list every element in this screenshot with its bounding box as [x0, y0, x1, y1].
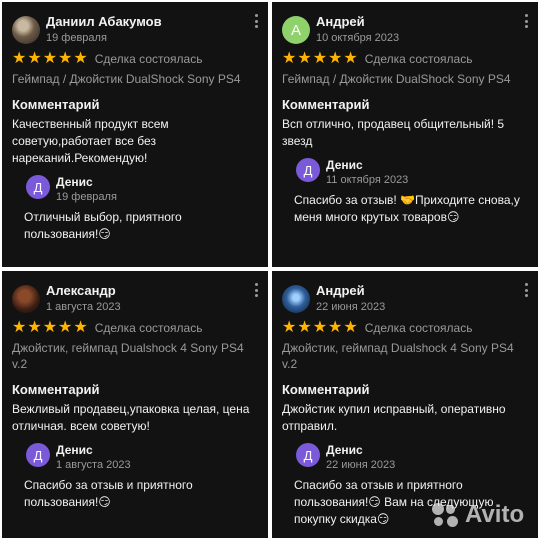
star-rating: ★ ★ ★ ★ ★	[12, 51, 89, 67]
avito-watermark: Avito	[432, 501, 524, 529]
star-icon: ★	[42, 50, 58, 67]
author-name[interactable]: Даниил Абакумов	[46, 14, 162, 29]
deal-status: Сделка состоялась	[364, 52, 473, 66]
item-title[interactable]: Геймпад / Джойстик DualShock Sony PS4	[282, 71, 528, 87]
star-icon: ★	[282, 319, 297, 336]
comment-label: Комментарий	[282, 97, 370, 112]
review-header: Даниил Абакумов 19 февраля	[12, 10, 258, 52]
comment-text: Всп отлично, продавец общительный! 5 зве…	[282, 117, 505, 148]
item-title[interactable]: Геймпад / Джойстик DualShock Sony PS4	[12, 71, 258, 87]
star-rating: ★ ★ ★ ★ ★	[282, 51, 359, 67]
comment-label: Комментарий	[12, 97, 100, 112]
deal-status: Сделка состоялась	[364, 321, 473, 335]
star-icon: ★	[343, 319, 358, 336]
star-icon: ★	[312, 50, 328, 67]
more-options-icon[interactable]	[254, 283, 258, 297]
review-card: Александр 1 августа 2023 ★ ★ ★ ★ ★ Сделка со…	[2, 271, 268, 538]
reply-date: 11 октября 2023	[326, 174, 409, 186]
star-rating: ★ ★ ★ ★ ★	[282, 320, 359, 336]
reply-date: 19 февраля	[56, 191, 117, 203]
star-icon: ★	[297, 50, 312, 67]
reply-author[interactable]: Денис	[56, 443, 93, 457]
star-icon: ★	[343, 50, 358, 67]
reply-author[interactable]: Денис	[326, 158, 363, 172]
review-card: Андрей 22 июня 2023 ★ ★ ★ ★ ★ Сделка состоял…	[272, 271, 538, 538]
author-name[interactable]: Андрей	[316, 14, 365, 29]
reply-author[interactable]: Денис	[326, 443, 363, 457]
item-title[interactable]: Джойстик, геймпад Dualshock 4 Sony PS4 v…	[282, 340, 528, 372]
rating-row: ★ ★ ★ ★ ★ Сделка состоялась	[12, 50, 258, 68]
reply-avatar[interactable]: Д	[26, 443, 50, 467]
star-icon: ★	[297, 319, 312, 336]
more-options-icon[interactable]	[524, 14, 528, 28]
star-icon: ★	[312, 319, 328, 336]
review-date: 10 октября 2023	[316, 32, 400, 44]
item-title[interactable]: Джойстик, геймпад Dualshock 4 Sony PS4 v…	[12, 340, 258, 372]
star-icon: ★	[328, 50, 343, 67]
comment-text: Джойстик купил исправный, оперативно отп…	[282, 402, 506, 433]
seller-reply: Д Денис 11 октября 2023 Спасибо за отзыв…	[294, 158, 528, 226]
reply-avatar[interactable]: Д	[26, 175, 50, 199]
reply-author[interactable]: Денис	[56, 175, 93, 189]
star-rating: ★ ★ ★ ★ ★	[12, 320, 89, 336]
comment-text: Качественный продукт всем советую,работа…	[12, 117, 169, 165]
reply-avatar[interactable]: Д	[296, 443, 320, 467]
star-icon: ★	[73, 319, 88, 336]
star-icon: ★	[58, 319, 73, 336]
deal-status: Сделка состоялась	[94, 52, 203, 66]
review-card: А Андрей 10 октября 2023 ★ ★ ★ ★ ★ Сделка со…	[272, 2, 538, 267]
review-date: 1 августа 2023	[46, 301, 121, 313]
reviews-grid: Даниил Абакумов 19 февраля ★ ★ ★ ★ ★ Сделка …	[0, 0, 540, 540]
avatar[interactable]	[12, 285, 40, 313]
author-name[interactable]: Александр	[46, 283, 116, 298]
comment-label: Комментарий	[282, 382, 370, 397]
star-icon: ★	[12, 319, 27, 336]
comment-text: Вежливый продавец,упаковка целая, цена о…	[12, 402, 250, 433]
review-header: А Андрей 10 октября 2023	[282, 10, 528, 52]
rating-row: ★ ★ ★ ★ ★ Сделка состоялась	[12, 319, 258, 337]
star-icon: ★	[12, 50, 27, 67]
star-icon: ★	[27, 319, 42, 336]
avatar[interactable]: А	[282, 16, 310, 44]
rating-row: ★ ★ ★ ★ ★ Сделка состоялась	[282, 319, 528, 337]
deal-status: Сделка состоялась	[94, 321, 203, 335]
star-icon: ★	[328, 319, 343, 336]
seller-reply: Д Денис 1 августа 2023 Спасибо за отзыв …	[24, 443, 258, 511]
reply-date: 1 августа 2023	[56, 459, 131, 471]
star-icon: ★	[73, 50, 88, 67]
review-header: Андрей 22 июня 2023	[282, 279, 528, 321]
comment-label: Комментарий	[12, 382, 100, 397]
star-icon: ★	[282, 50, 297, 67]
more-options-icon[interactable]	[254, 14, 258, 28]
avito-watermark-text: Avito	[465, 501, 525, 528]
rating-row: ★ ★ ★ ★ ★ Сделка состоялась	[282, 50, 528, 68]
star-icon: ★	[58, 50, 73, 67]
star-icon: ★	[42, 319, 58, 336]
review-date: 22 июня 2023	[316, 301, 386, 313]
author-name[interactable]: Андрей	[316, 283, 365, 298]
avito-logo-icon	[432, 503, 460, 527]
seller-reply: Д Денис 19 февраля Отличный выбор, прият…	[24, 175, 258, 243]
more-options-icon[interactable]	[524, 283, 528, 297]
avatar[interactable]	[282, 285, 310, 313]
star-icon: ★	[27, 50, 42, 67]
review-card: Даниил Абакумов 19 февраля ★ ★ ★ ★ ★ Сделка …	[2, 2, 268, 267]
reply-date: 22 июня 2023	[326, 459, 396, 471]
avatar[interactable]	[12, 16, 40, 44]
review-date: 19 февраля	[46, 32, 107, 44]
reply-avatar[interactable]: Д	[296, 158, 320, 182]
review-header: Александр 1 августа 2023	[12, 279, 258, 321]
